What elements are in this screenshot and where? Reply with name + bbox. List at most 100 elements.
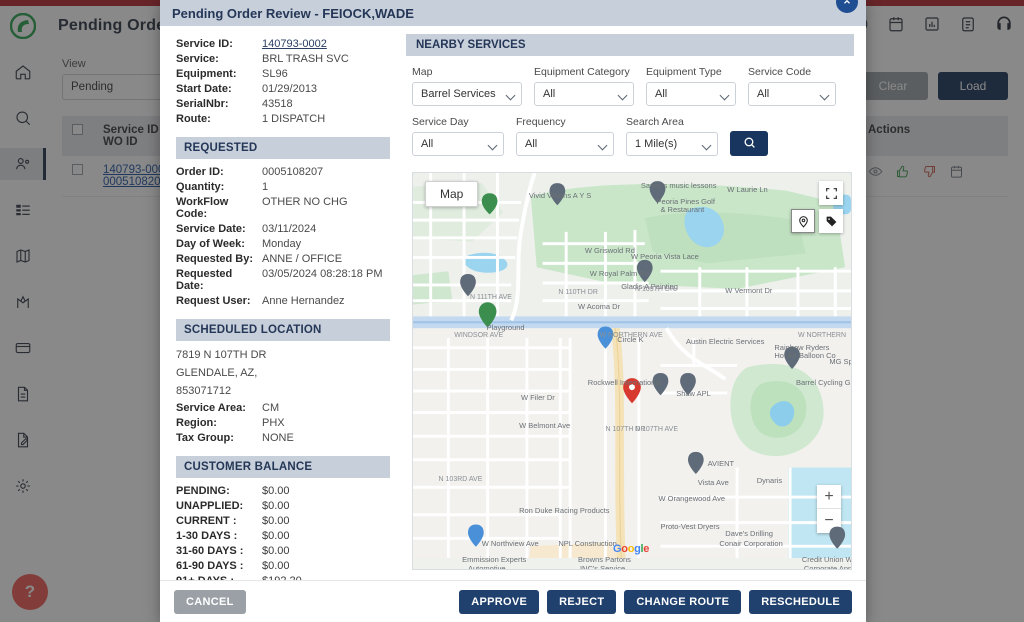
equipment-type-label: Equipment Type [646,66,722,78]
service-value: BRL TRASH SVC [262,53,349,65]
requested-date-value: 03/05/2024 08:28:18 PM [262,268,383,280]
service-code-select[interactable]: All [748,82,836,106]
workflow-code-value: OTHER NO CHG [262,196,348,208]
route-label: Route: [176,113,211,125]
current-value: $0.00 [262,514,290,527]
serial-nbr-value: 43518 [262,98,293,110]
map-poi-label: W Vermont Dr [725,286,773,296]
map-poi-label: Vivid Visions A Y S [528,191,592,201]
chevron-up-icon[interactable] [836,0,858,13]
service-day-select[interactable]: All [412,132,504,156]
service-code-label: Service Code [748,66,812,78]
days-31-60-label: 31-60 DAYS : [176,544,244,557]
map-poi-label: NPL Construction [558,538,617,548]
service-code-filter: Service Code All [748,66,836,106]
equipment-category-filter: Equipment Category All [534,66,634,106]
reschedule-button[interactable]: RESCHEDULE [749,589,852,614]
reject-button[interactable]: REJECT [547,589,617,614]
service-id-link[interactable]: 140793-0002 [262,38,327,50]
map-street-label: N 103RD AVE [438,476,483,484]
fullscreen-icon[interactable] [819,181,843,205]
map-poi-label: W Acoma Dr [577,302,621,312]
map-container[interactable]: Map + − Sandy's music lessons W Laurie L… [412,172,852,570]
region-label: Region: [176,416,217,429]
frequency-select[interactable]: All [516,132,614,156]
dialog-title-bar: Pending Order Review - FEIOCK,WADE [160,0,866,26]
map-street-label: W NORTHERN [797,331,847,339]
equipment-type-filter: Equipment Type All [646,66,736,106]
map-poi-label: W Laurie Ln [727,185,768,195]
map-poi-label: W Peoria Vista Lace [631,251,699,261]
service-area-value: CM [262,401,280,414]
requested-list: Order ID: 0005108207 Quantity: 1 WorkFlo… [176,166,390,307]
change-route-button[interactable]: CHANGE ROUTE [624,589,742,614]
pending-value: $0.00 [262,484,290,497]
current-label: CURRENT : [176,514,237,527]
map-select[interactable]: Barrel Services [412,82,522,106]
map-pin-icon[interactable] [791,209,815,233]
route-value: 1 DISPATCH [262,113,326,125]
start-date-value: 01/29/2013 [262,83,318,95]
map-poi-label: W Belmont Ave [519,420,571,430]
address-line-2: GLENDALE, AZ, [176,366,258,379]
days-31-60-value: $0.00 [262,544,290,557]
unapplied-label: UNAPPLIED: [176,499,244,512]
tax-group-label: Tax Group: [176,431,234,444]
tax-group-value: NONE [262,431,294,444]
location-details-list: Service Area: CM Region: PHX Tax Group: … [176,402,390,444]
search-button[interactable] [730,131,768,156]
map-poi-label: W Royal Palm Rd [589,268,649,278]
map-poi-label: Ron Duke Racing Products [519,506,610,516]
cancel-button[interactable]: CANCEL [174,589,246,614]
map-street-label: N 107TH DR [605,425,646,433]
zoom-in-button[interactable]: + [817,485,841,509]
zoom-out-button[interactable]: − [817,509,841,533]
dialog-body: Service ID: 140793-0002 Service: BRL TRA… [160,26,866,580]
region-value: PHX [262,416,285,429]
search-area-select[interactable]: 1 Mile(s) [626,132,718,156]
map-poi-label: Dave's Drilling [725,528,773,538]
search-area-filter: Search Area 1 Mile(s) [626,116,718,156]
map-zoom-controls: + − [817,485,841,533]
nearby-services-heading: NEARBY SERVICES [406,34,854,56]
equipment-category-label: Equipment Category [534,66,630,78]
map-poi-label: Austin Electric Services [686,336,765,346]
tag-icon[interactable] [819,209,843,233]
map-poi-label: Browns Partons [577,554,631,564]
search-area-label: Search Area [626,116,684,128]
map-poi-label: Conair Corporation [719,538,783,548]
map-poi-label: Vista Ave [697,478,729,488]
days-1-30-value: $0.00 [262,529,290,542]
days-1-30-label: 1-30 DAYS : [176,529,238,542]
map-poi-label: W Filer Dr [521,393,555,403]
map-poi-label: Shaw APL [676,389,711,399]
service-details-list: Service ID: 140793-0002 Service: BRL TRA… [176,38,390,125]
map-poi-label: Hot Air Balloon Co [774,350,836,360]
frequency-filter: Frequency All [516,116,614,156]
equipment-label: Equipment: [176,68,237,80]
map-canvas [413,173,851,558]
service-id-label: Service ID: [176,38,233,50]
filter-row-2: Service Day All Frequency All Search Are… [412,116,850,156]
pending-order-review-dialog: Pending Order Review - FEIOCK,WADE Servi… [160,0,866,622]
equipment-category-select[interactable]: All [534,82,634,106]
address-line-1: 7819 N 107TH DR [176,349,267,361]
workflow-code-label: WorkFlow Code: [176,196,229,220]
map-street-label: W NORTHERN AVE [599,331,663,339]
primary-actions: APPROVE REJECT CHANGE ROUTE RESCHEDULE [451,589,852,614]
equipment-type-select[interactable]: All [646,82,736,106]
nearby-services-panel: NEARBY SERVICES Map Barrel Services Equi… [400,26,866,580]
map-poi-label: MG Sports [829,356,851,366]
approve-button[interactable]: APPROVE [459,589,540,614]
dialog-footer: CANCEL APPROVE REJECT CHANGE ROUTE RESCH… [160,580,866,622]
map-poi-label: W Northview Ave [481,538,539,548]
map-type-button[interactable]: Map [425,181,479,207]
request-user-label: Request User: [176,295,251,307]
order-details-panel: Service ID: 140793-0002 Service: BRL TRA… [160,26,400,580]
map-poi-label: Sandy's music lessons [640,181,717,191]
order-id-value: 0005108207 [262,166,324,178]
map-poi-label: Automotive [467,563,506,570]
order-id-label: Order ID: [176,166,224,178]
customer-balance-list: PENDING: $0.00 UNAPPLIED: $0.00 CURRENT … [176,485,390,580]
map-street-label: N 109TH DR [634,286,676,294]
